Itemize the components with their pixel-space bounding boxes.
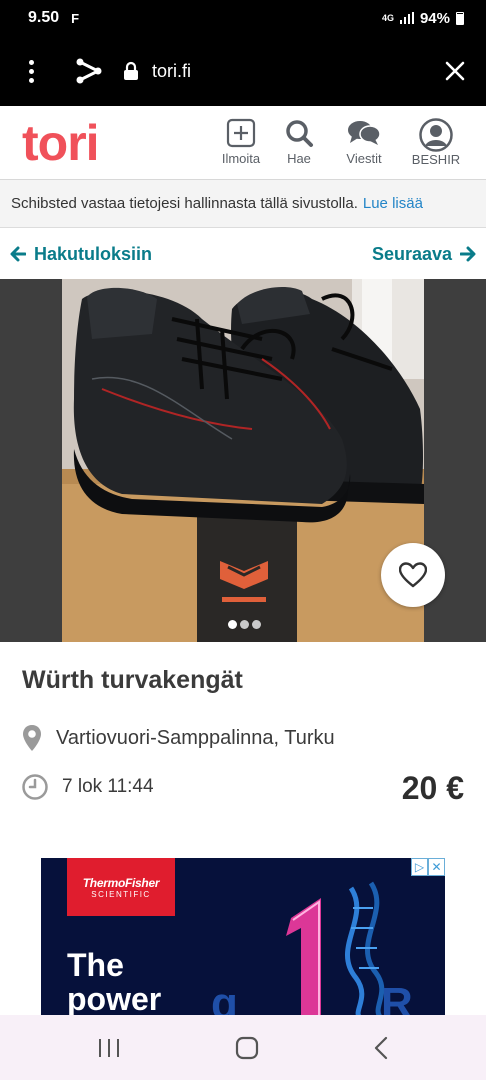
close-icon[interactable]	[424, 61, 486, 81]
nav-hae[interactable]: Hae	[270, 118, 328, 167]
notice-text: Schibsted vastaa tietojesi hallinnasta t…	[11, 195, 358, 212]
lock-icon	[116, 61, 146, 81]
svg-text:R: R	[381, 979, 413, 1018]
nav-label: Hae	[287, 151, 311, 166]
arrow-left-icon	[10, 246, 26, 262]
listing-date: 7 lok 11:44	[22, 774, 154, 800]
recent-apps-icon[interactable]	[97, 1037, 121, 1059]
user-icon	[419, 118, 453, 152]
status-bar: 9.50 F 4G 94%	[0, 0, 486, 36]
ad-brand-sub: SCIENTIFIC	[91, 889, 151, 899]
browser-toolbar: tori.fi	[0, 36, 486, 106]
pagination-dot[interactable]	[240, 620, 249, 629]
ad-artwork: q R	[211, 881, 413, 1018]
signal-icon	[399, 12, 414, 24]
search-icon	[286, 120, 313, 147]
privacy-notice: Schibsted vastaa tietojesi hallinnasta t…	[0, 180, 486, 228]
listing-location: Vartiovuori-Samppalinna, Turku	[22, 724, 335, 752]
favorite-button[interactable]	[381, 543, 445, 607]
chat-icon	[348, 121, 381, 145]
ad-brand-name: ThermoFisher	[82, 875, 160, 890]
next-label: Seuraava	[371, 243, 452, 264]
back-label: Hakutuloksiin	[34, 243, 153, 264]
ad-info-icon[interactable]: ▷	[411, 858, 428, 876]
home-icon[interactable]	[235, 1036, 259, 1060]
gallery-pagination	[228, 620, 261, 629]
ad-brand-logo: ThermoFisher SCIENTIFIC	[67, 858, 175, 916]
header-nav: Ilmoita Hae Viestit BESHIR	[212, 118, 472, 167]
app-screen: 9.50 F 4G 94% tori.fi tori Ilmoita Hae V…	[0, 0, 486, 1080]
clock-icon	[22, 774, 48, 800]
nav-profile[interactable]: BESHIR	[400, 118, 472, 167]
result-navigation: Hakutuloksiin Seuraava	[0, 229, 486, 279]
share-icon[interactable]	[62, 57, 116, 85]
location-pin-icon	[23, 725, 41, 751]
ad-choices-badge[interactable]: ▷ ✕	[411, 858, 445, 876]
system-navigation-bar	[0, 1015, 486, 1080]
url-text[interactable]: tori.fi	[152, 61, 191, 82]
listing-photo[interactable]	[62, 279, 424, 642]
listing-price: 20 €	[401, 770, 464, 806]
next-result-link[interactable]: Seuraava	[372, 244, 476, 265]
arrow-right-icon	[460, 246, 476, 262]
status-right: 4G 94%	[382, 10, 464, 27]
battery-percent: 94%	[419, 9, 450, 27]
battery-icon	[456, 11, 464, 25]
site-header: tori Ilmoita Hae Viestit BESHIR	[0, 106, 486, 180]
ad-headline-line: power	[67, 981, 162, 1017]
date-text: 7 lok 11:44	[62, 776, 154, 797]
nav-label: BESHIR	[411, 152, 461, 167]
network-type: 4G	[381, 12, 394, 23]
tori-logo[interactable]: tori	[22, 118, 100, 168]
nav-viestit[interactable]: Viestit	[328, 118, 400, 167]
nav-label: Ilmoita	[221, 151, 261, 166]
heart-icon	[399, 562, 427, 588]
notice-read-more-link[interactable]: Lue lisää	[363, 195, 423, 212]
ad-close-icon[interactable]: ✕	[428, 858, 445, 876]
carrier-icon: F	[71, 10, 80, 26]
ad-headline-line: The	[67, 947, 124, 983]
pagination-dot[interactable]	[252, 620, 261, 629]
image-gallery[interactable]	[0, 279, 486, 642]
browser-menu-icon[interactable]	[0, 59, 62, 83]
pagination-dot[interactable]	[228, 620, 237, 629]
nav-label: Viestit	[346, 151, 382, 166]
svg-text:q: q	[211, 979, 238, 1018]
ad-headline: The power	[67, 948, 161, 1016]
listing-title: Würth turvakengät	[22, 666, 243, 694]
nav-ilmoita[interactable]: Ilmoita	[212, 118, 270, 167]
back-to-results-link[interactable]: Hakutuloksiin	[10, 244, 152, 265]
advertisement-banner[interactable]: ThermoFisher SCIENTIFIC The power q R ▷ …	[41, 858, 445, 1018]
back-icon[interactable]	[373, 1036, 389, 1060]
status-time: 9.50	[28, 9, 60, 26]
location-text: Vartiovuori-Samppalinna, Turku	[56, 726, 335, 749]
plus-square-icon	[226, 118, 256, 148]
